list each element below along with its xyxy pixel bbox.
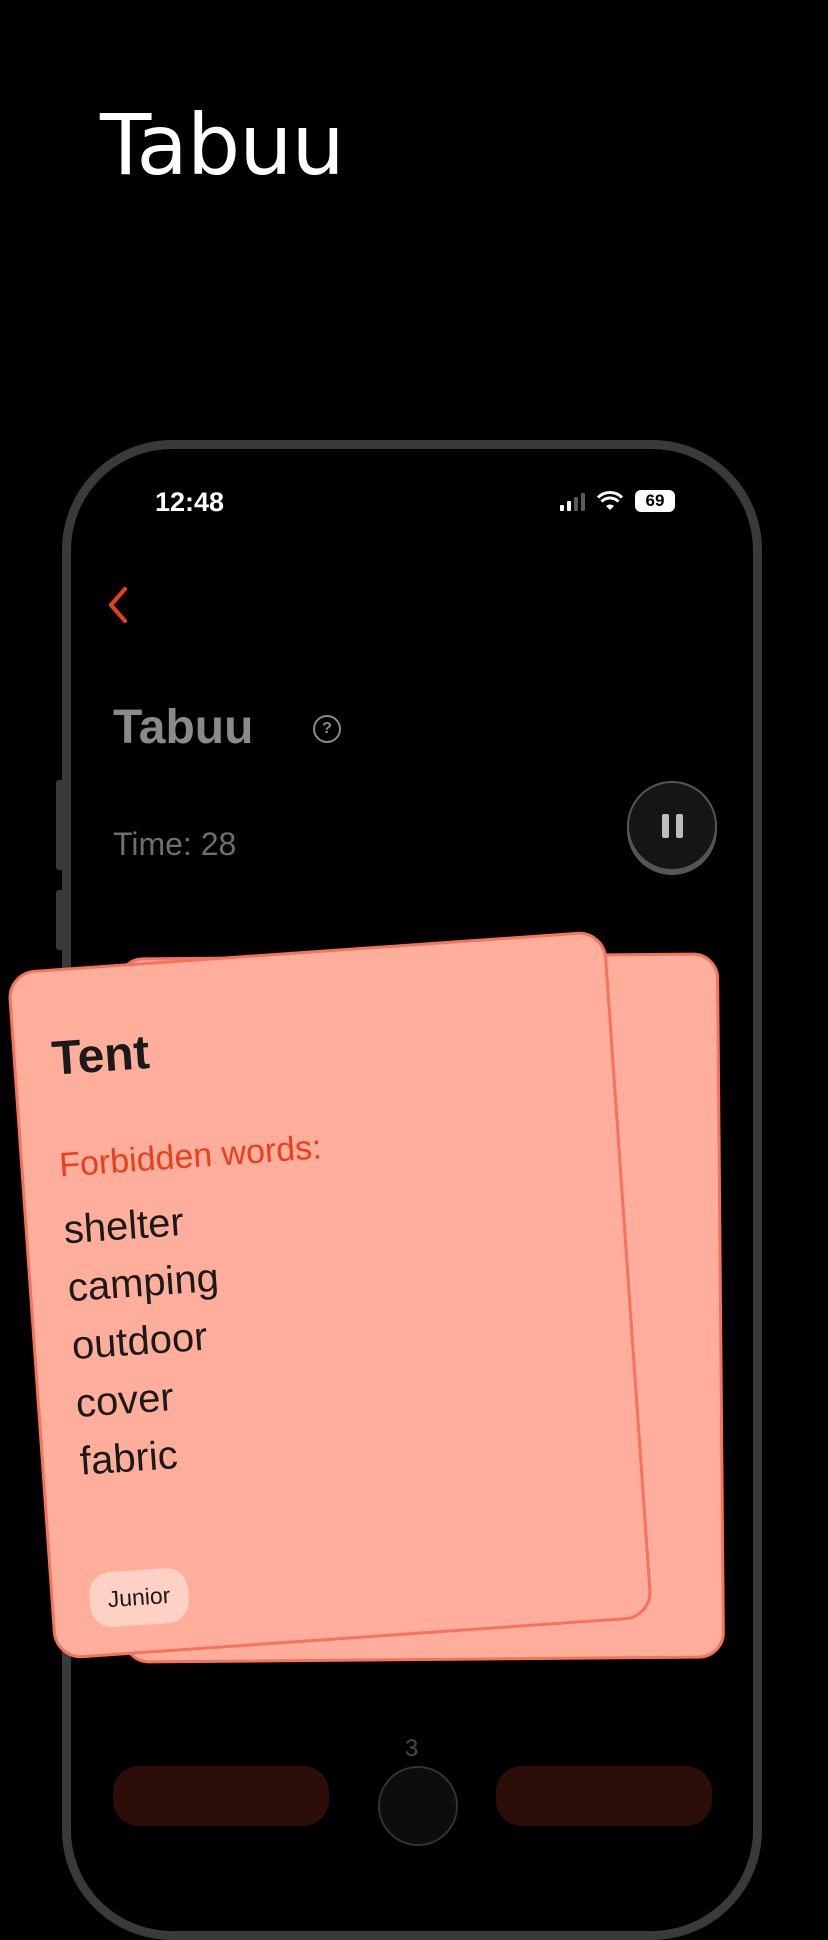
forbidden-word: fabric [78, 1433, 180, 1484]
card-counter: 3 [405, 1735, 419, 1762]
wifi-icon [597, 491, 623, 510]
pause-icon [661, 814, 669, 838]
question-circle-icon[interactable]: ? [313, 715, 341, 743]
forbidden-words-label: Forbidden words: [57, 1128, 323, 1185]
forbidden-word: shelter [62, 1200, 186, 1253]
forbidden-word: camping [66, 1255, 221, 1311]
card-word: Tent [50, 1026, 152, 1086]
correct-button[interactable] [496, 1766, 712, 1826]
forbidden-word: outdoor [70, 1314, 209, 1369]
word-card[interactable]: Tent Forbidden words: shelter camping ou… [6, 929, 654, 1661]
pause-icon [675, 814, 683, 838]
chevron-left-icon[interactable] [103, 583, 133, 627]
hero-title: Tabuu [100, 96, 345, 194]
battery-icon: 69 [635, 490, 675, 512]
status-icons: 69 [560, 490, 675, 512]
screen-title: Tabuu [113, 701, 254, 754]
pause-button[interactable] [627, 781, 717, 871]
status-time: 12:48 [155, 487, 225, 517]
level-badge: Junior [87, 1566, 191, 1629]
center-button[interactable] [378, 1766, 458, 1846]
timer-label: Time: 28 [113, 826, 237, 862]
forbidden-word: cover [74, 1375, 176, 1426]
forbidden-words-list: shelter camping outdoor cover fabric [62, 1191, 233, 1491]
skip-button[interactable] [113, 1766, 329, 1826]
cellular-signal-icon [560, 491, 585, 511]
